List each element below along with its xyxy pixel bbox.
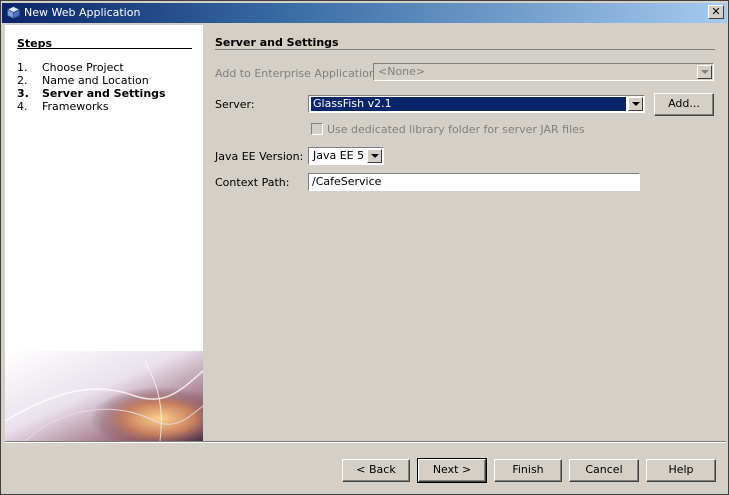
step-item-frameworks: 4. Frameworks [17, 100, 109, 113]
server-value: GlassFish v2.1 [311, 97, 626, 111]
step-item-server-and-settings: 3. Server and Settings [17, 87, 166, 100]
add-server-button[interactable]: Add... [654, 93, 714, 116]
window-title: New Web Application [24, 6, 141, 19]
chevron-down-icon [697, 65, 712, 79]
section-title: Server and Settings [215, 36, 339, 49]
step-item-choose-project: 1. Choose Project [17, 61, 124, 74]
footer-divider [5, 441, 726, 443]
steps-panel: Steps 1. Choose Project 2. Name and Locati… [5, 25, 203, 441]
finish-button[interactable]: Finish [494, 459, 562, 482]
server-combo[interactable]: GlassFish v2.1 [308, 95, 645, 113]
enterprise-app-combo[interactable]: <None> [373, 63, 714, 81]
back-button[interactable]: < Back [342, 459, 410, 482]
steps-divider [17, 48, 192, 49]
close-icon: ✕ [711, 5, 721, 18]
chevron-down-icon[interactable] [628, 97, 643, 111]
close-button[interactable]: ✕ [708, 5, 724, 19]
next-button[interactable]: Next > [417, 458, 487, 483]
chevron-down-icon[interactable] [367, 149, 382, 163]
step-item-name-and-location: 2. Name and Location [17, 74, 149, 87]
dedicated-folder-checkbox[interactable] [311, 123, 323, 135]
step-label: Server and Settings [42, 87, 166, 100]
netbeans-cube-icon [7, 6, 20, 19]
step-label: Name and Location [42, 74, 149, 87]
section-divider [215, 49, 715, 50]
title-bar: New Web Application ✕ [2, 3, 727, 23]
dedicated-folder-label: Use dedicated library folder for server … [327, 123, 585, 136]
javaee-version-value: Java EE 5 [313, 149, 365, 162]
enterprise-app-value: <None> [378, 65, 426, 78]
javaee-version-combo[interactable]: Java EE 5 [308, 147, 384, 165]
step-label: Choose Project [42, 61, 124, 74]
step-number: 1. [17, 61, 28, 74]
help-button[interactable]: Help [646, 459, 716, 482]
step-label: Frameworks [42, 100, 109, 113]
cancel-button[interactable]: Cancel [569, 459, 639, 482]
javaee-version-label: Java EE Version: [215, 150, 304, 163]
context-path-value: /CafeService [312, 175, 382, 188]
context-path-input[interactable]: /CafeService [308, 173, 640, 191]
server-label: Server: [215, 98, 255, 111]
step-number: 2. [17, 74, 28, 87]
wizard-window: New Web Application ✕ Steps 1. Choose Pro… [0, 0, 729, 495]
step-number: 3. [17, 87, 29, 100]
enterprise-app-label: Add to Enterprise Application: [215, 67, 380, 80]
decorative-swirl-graphic [5, 351, 203, 441]
context-path-label: Context Path: [215, 176, 290, 189]
step-number: 4. [17, 100, 28, 113]
